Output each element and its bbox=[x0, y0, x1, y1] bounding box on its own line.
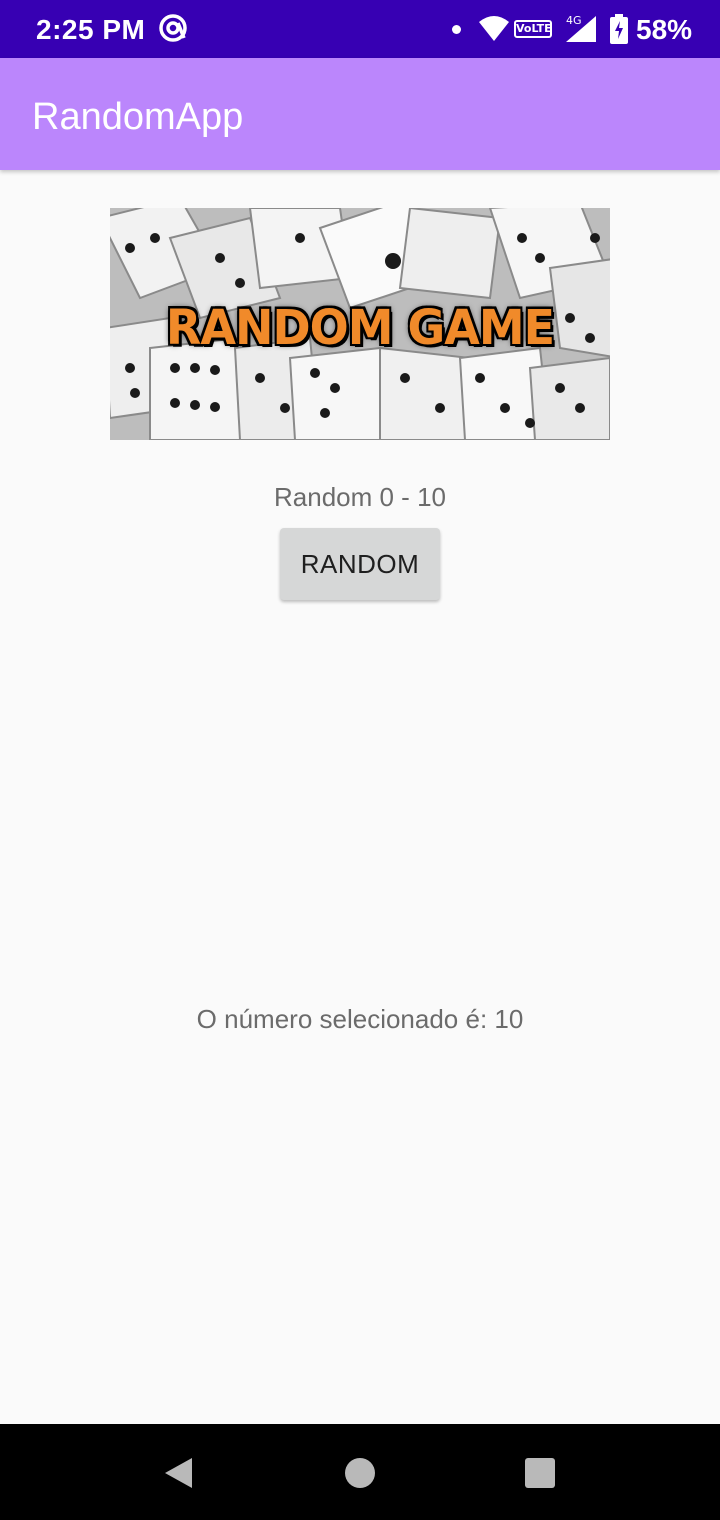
home-icon[interactable] bbox=[345, 1458, 375, 1488]
status-bar: 2:25 PM VoLTE 4G 58% bbox=[0, 0, 720, 58]
wifi-icon bbox=[479, 16, 509, 41]
random-button[interactable]: RANDOM bbox=[280, 528, 440, 600]
volte-icon: VoLTE bbox=[514, 20, 552, 38]
back-icon[interactable] bbox=[162, 1456, 196, 1490]
at-sign-icon bbox=[159, 14, 187, 42]
recents-icon[interactable] bbox=[525, 1458, 555, 1488]
app-bar: RandomApp bbox=[0, 58, 720, 170]
banner-image: RANDOM GAME bbox=[110, 208, 610, 440]
notification-dot-icon bbox=[452, 25, 461, 34]
app-title: RandomApp bbox=[32, 96, 244, 138]
result-text: O número selecionado é: 10 bbox=[196, 1004, 524, 1034]
network-type-label: 4G bbox=[566, 14, 582, 27]
battery-percentage: 58% bbox=[636, 14, 693, 45]
range-label: Random 0 - 10 bbox=[274, 482, 446, 512]
status-time: 2:25 PM bbox=[36, 14, 146, 45]
banner-title: RANDOM GAME bbox=[165, 298, 555, 356]
battery-charging-icon bbox=[610, 14, 628, 44]
